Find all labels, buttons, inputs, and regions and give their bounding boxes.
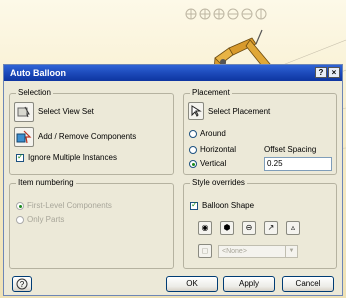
vertical-radio[interactable] bbox=[189, 160, 197, 168]
around-radio[interactable] bbox=[189, 130, 197, 138]
balloon-shape-label: Balloon Shape bbox=[202, 201, 255, 210]
style-overrides-group: Style overrides Balloon Shape ◉ ⬢ ⊖ ↗ ▵ … bbox=[183, 178, 337, 269]
add-components-icon bbox=[16, 130, 32, 144]
add-remove-components-button[interactable] bbox=[14, 127, 34, 147]
item-numbering-legend: Item numbering bbox=[16, 178, 76, 187]
linear-balloon-icon[interactable]: ↗ bbox=[264, 221, 278, 235]
placement-legend: Placement bbox=[190, 88, 232, 97]
placement-group: Placement Select Placement Around Horizo… bbox=[183, 88, 337, 175]
apply-button[interactable]: Apply bbox=[223, 276, 275, 292]
circle-balloon-icon[interactable]: ◉ bbox=[198, 221, 212, 235]
balloon-shape-checkbox[interactable] bbox=[190, 200, 198, 210]
chevron-down-icon: ▼ bbox=[285, 246, 297, 257]
style-select-value: <None> bbox=[222, 248, 247, 255]
first-level-components-label: First-Level Components bbox=[27, 201, 112, 210]
add-remove-components-label: Add / Remove Components bbox=[38, 132, 137, 141]
close-icon[interactable]: × bbox=[328, 67, 340, 78]
selection-group: Selection Select View Set Add / Remove C… bbox=[9, 88, 174, 175]
style-overrides-legend: Style overrides bbox=[190, 178, 247, 187]
ignore-multiple-instances-label: Ignore Multiple Instances bbox=[28, 153, 117, 162]
selection-legend: Selection bbox=[16, 88, 53, 97]
ignore-multiple-instances-checkbox[interactable] bbox=[16, 152, 24, 162]
split-balloon-icon[interactable]: ⊖ bbox=[242, 221, 256, 235]
horizontal-radio[interactable] bbox=[189, 146, 197, 154]
help-title-button[interactable]: ? bbox=[315, 67, 327, 78]
svg-text:?: ? bbox=[20, 280, 25, 289]
triangle-balloon-icon[interactable]: ▵ bbox=[286, 221, 300, 235]
hexagon-balloon-icon[interactable]: ⬢ bbox=[220, 221, 234, 235]
cancel-button[interactable]: Cancel bbox=[282, 276, 334, 292]
dialog-titlebar: Auto Balloon ? × bbox=[4, 65, 342, 81]
dialog-title: Auto Balloon bbox=[10, 68, 66, 78]
view-set-icon bbox=[17, 106, 30, 118]
style-select[interactable]: <None> ▼ bbox=[218, 245, 298, 258]
ok-button[interactable]: OK bbox=[166, 276, 218, 292]
help-button[interactable]: ? bbox=[12, 276, 32, 292]
select-view-set-button[interactable] bbox=[14, 102, 34, 122]
help-icon: ? bbox=[16, 278, 28, 290]
around-label: Around bbox=[200, 129, 226, 138]
select-placement-button[interactable] bbox=[188, 102, 204, 120]
first-level-components-radio[interactable] bbox=[16, 202, 24, 210]
custom-balloon-icon[interactable]: ◻ bbox=[198, 244, 212, 258]
only-parts-label: Only Parts bbox=[27, 215, 65, 224]
vertical-label: Vertical bbox=[200, 159, 227, 168]
offset-spacing-label: Offset Spacing bbox=[264, 145, 317, 154]
select-placement-label: Select Placement bbox=[208, 107, 271, 116]
select-view-set-label: Select View Set bbox=[38, 107, 94, 116]
item-numbering-group: Item numbering First-Level Components On… bbox=[9, 178, 174, 269]
auto-balloon-dialog: Auto Balloon ? × Selection Select View S… bbox=[3, 64, 343, 296]
view-tool-icons bbox=[185, 8, 267, 20]
only-parts-radio[interactable] bbox=[16, 216, 24, 224]
horizontal-label: Horizontal bbox=[200, 145, 237, 154]
placement-cursor-icon bbox=[191, 105, 202, 117]
offset-spacing-input[interactable]: 0.25 bbox=[264, 157, 332, 171]
